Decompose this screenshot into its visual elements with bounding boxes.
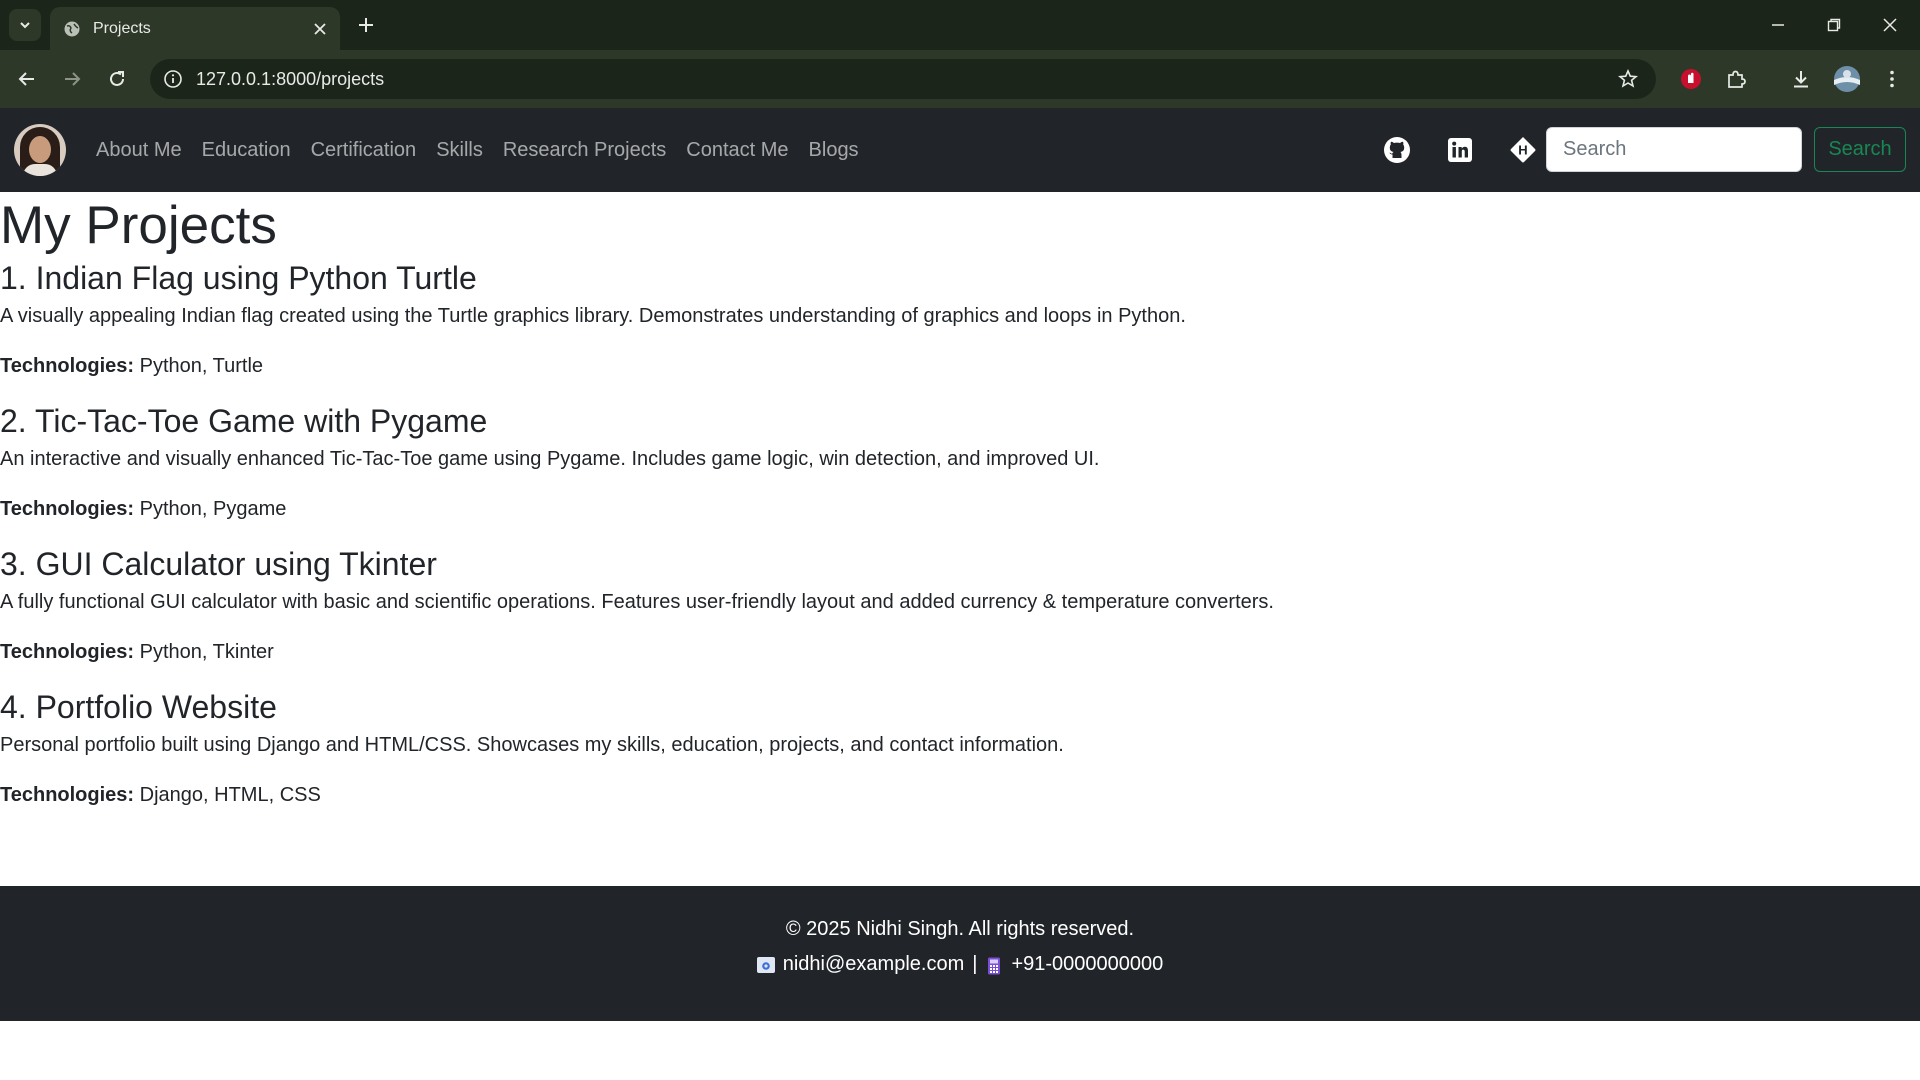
footer-phone[interactable]: +91-0000000000 [1011, 953, 1163, 976]
reload-button[interactable] [101, 63, 133, 95]
search-input[interactable] [1546, 127, 1802, 172]
project-technologies: Technologies: Python, Turtle [0, 351, 1920, 381]
footer-email[interactable]: nidhi@example.com [783, 953, 965, 976]
svg-text:H: H [1518, 143, 1527, 158]
restore-window-button[interactable] [1806, 0, 1862, 50]
project-heading: 4. Portfolio Website [0, 689, 277, 725]
site-footer: © 2025 Nidhi Singh. All rights reserved.… [0, 886, 1920, 1021]
browser-toolbar: 127.0.0.1:8000/projects [0, 50, 1920, 108]
tab-title: Projects [93, 19, 151, 37]
technologies-value: Python, Pygame [139, 498, 287, 520]
nav-link-about-me[interactable]: About Me [86, 139, 192, 162]
technologies-label: Technologies: [0, 355, 135, 377]
browser-tab-bar: Projects [0, 0, 1920, 50]
project-description: An interactive and visually enhanced Tic… [0, 448, 1100, 470]
project-description: Personal portfolio built using Django an… [0, 734, 1064, 756]
address-bar[interactable]: 127.0.0.1:8000/projects [150, 59, 1656, 99]
arrow-left-icon [18, 72, 34, 86]
browser-menu-icon[interactable] [1876, 63, 1908, 95]
nav-link-education[interactable]: Education [192, 139, 301, 162]
hashnode-icon[interactable]: H [1505, 132, 1541, 168]
chevron-down-icon [20, 22, 30, 29]
project-item: 4. Portfolio Website Personal portfolio … [0, 687, 1920, 810]
nav-link-contact-me[interactable]: Contact Me [676, 139, 798, 162]
tab-search-button[interactable] [9, 9, 41, 41]
nav-links: About Me Education Certification Skills … [86, 139, 869, 162]
minimize-window-button[interactable] [1750, 0, 1806, 50]
nav-link-research-projects[interactable]: Research Projects [493, 139, 676, 162]
technologies-value: Python, Turtle [139, 355, 264, 377]
technologies-value: Django, HTML, CSS [139, 784, 321, 806]
site-info-icon[interactable] [162, 68, 184, 90]
phone-icon [985, 957, 1003, 974]
back-button[interactable] [11, 63, 43, 95]
technologies-value: Python, Tkinter [139, 641, 274, 663]
project-item: 1. Indian Flag using Python Turtle A vis… [0, 258, 1920, 381]
project-heading: 2. Tic-Tac-Toe Game with Pygame [0, 403, 488, 439]
email-icon [756, 956, 775, 973]
site-navbar: About Me Education Certification Skills … [0, 108, 1920, 192]
project-item: 3. GUI Calculator using Tkinter A fully … [0, 544, 1920, 667]
download-icon[interactable] [1785, 63, 1817, 95]
page-title: My Projects [0, 196, 277, 255]
new-tab-button[interactable] [350, 9, 382, 41]
project-heading: 3. GUI Calculator using Tkinter [0, 546, 437, 582]
project-technologies: Technologies: Django, HTML, CSS [0, 780, 1920, 810]
technologies-label: Technologies: [0, 498, 135, 520]
bookmark-star-icon[interactable] [1612, 63, 1644, 95]
copyright-text: © 2025 Nidhi Singh. All rights reserved. [785, 918, 1135, 940]
project-item: 2. Tic-Tac-Toe Game with Pygame An inter… [0, 401, 1920, 524]
reload-icon [110, 71, 124, 86]
forward-button[interactable] [56, 63, 88, 95]
adblock-extension-icon[interactable] [1675, 63, 1707, 95]
arrow-right-icon [65, 72, 81, 86]
project-description: A fully functional GUI calculator with b… [0, 591, 1274, 613]
url-text[interactable]: 127.0.0.1:8000/projects [196, 69, 1612, 90]
technologies-label: Technologies: [0, 784, 135, 806]
globe-icon [63, 20, 81, 38]
close-tab-icon[interactable] [306, 15, 334, 43]
profile-avatar[interactable] [14, 124, 66, 176]
nav-link-blogs[interactable]: Blogs [799, 139, 869, 162]
close-icon [1883, 18, 1897, 32]
search-button[interactable]: Search [1814, 127, 1906, 172]
plus-icon [359, 18, 373, 32]
linkedin-icon[interactable] [1442, 132, 1478, 168]
nav-link-skills[interactable]: Skills [426, 139, 493, 162]
minimize-icon [1772, 24, 1784, 26]
contact-line: nidhi@example.com | +91-0000000000 [0, 953, 1920, 976]
footer-separator: | [972, 953, 978, 975]
main-content: My Projects 1. Indian Flag using Python … [0, 192, 1920, 810]
nav-link-certification[interactable]: Certification [301, 139, 427, 162]
project-technologies: Technologies: Python, Pygame [0, 494, 1920, 524]
github-icon[interactable] [1379, 132, 1415, 168]
restore-icon [1827, 18, 1841, 32]
project-technologies: Technologies: Python, Tkinter [0, 637, 1920, 667]
close-window-button[interactable] [1862, 0, 1918, 50]
project-heading: 1. Indian Flag using Python Turtle [0, 260, 477, 296]
extensions-puzzle-icon[interactable] [1720, 63, 1752, 95]
project-description: A visually appealing Indian flag created… [0, 305, 1186, 327]
browser-tab[interactable]: Projects [50, 7, 340, 50]
technologies-label: Technologies: [0, 641, 135, 663]
profile-avatar-icon[interactable] [1831, 63, 1863, 95]
